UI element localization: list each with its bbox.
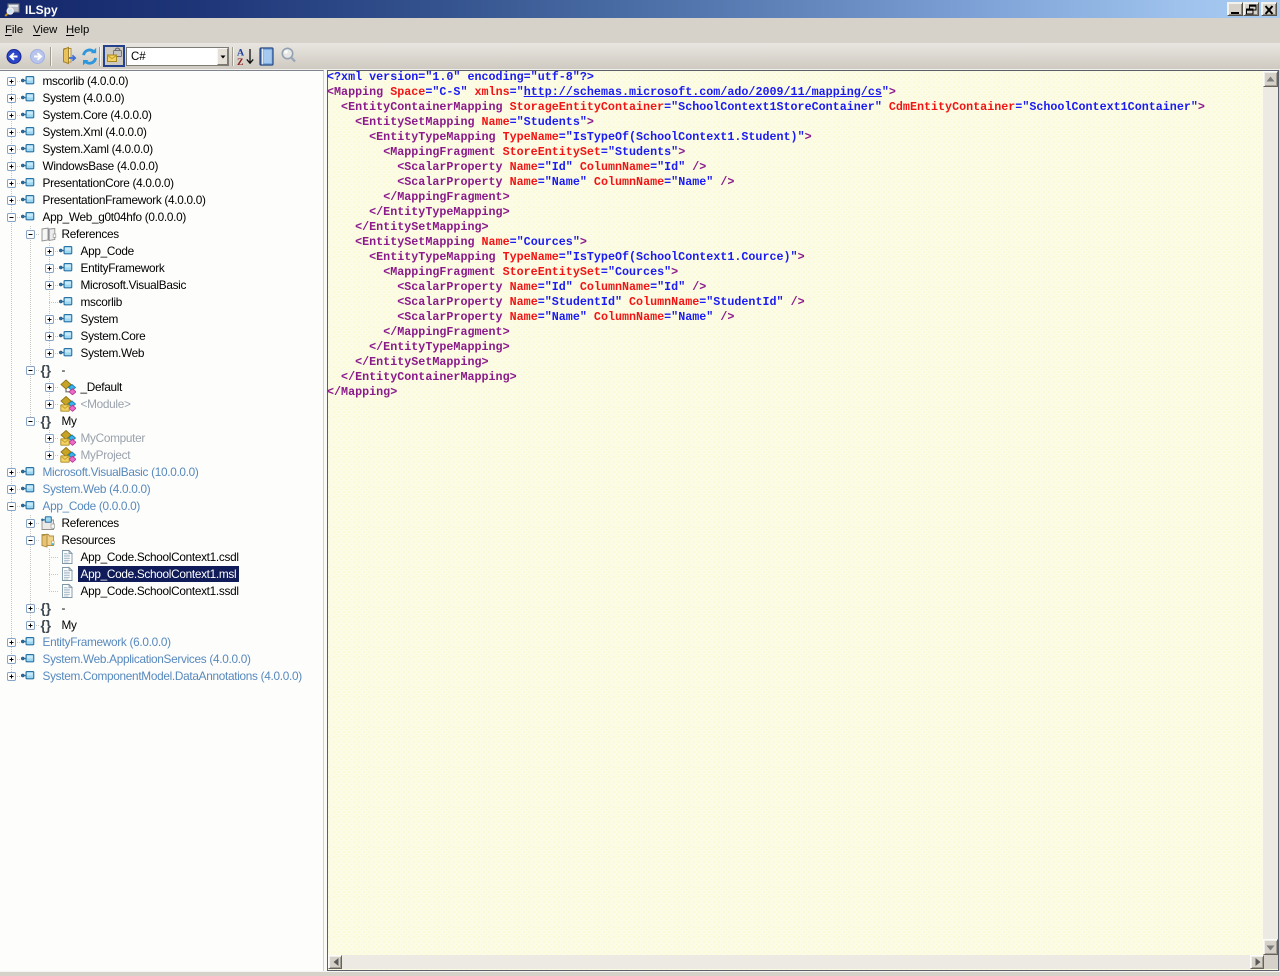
svg-text:Z: Z [237, 57, 244, 68]
